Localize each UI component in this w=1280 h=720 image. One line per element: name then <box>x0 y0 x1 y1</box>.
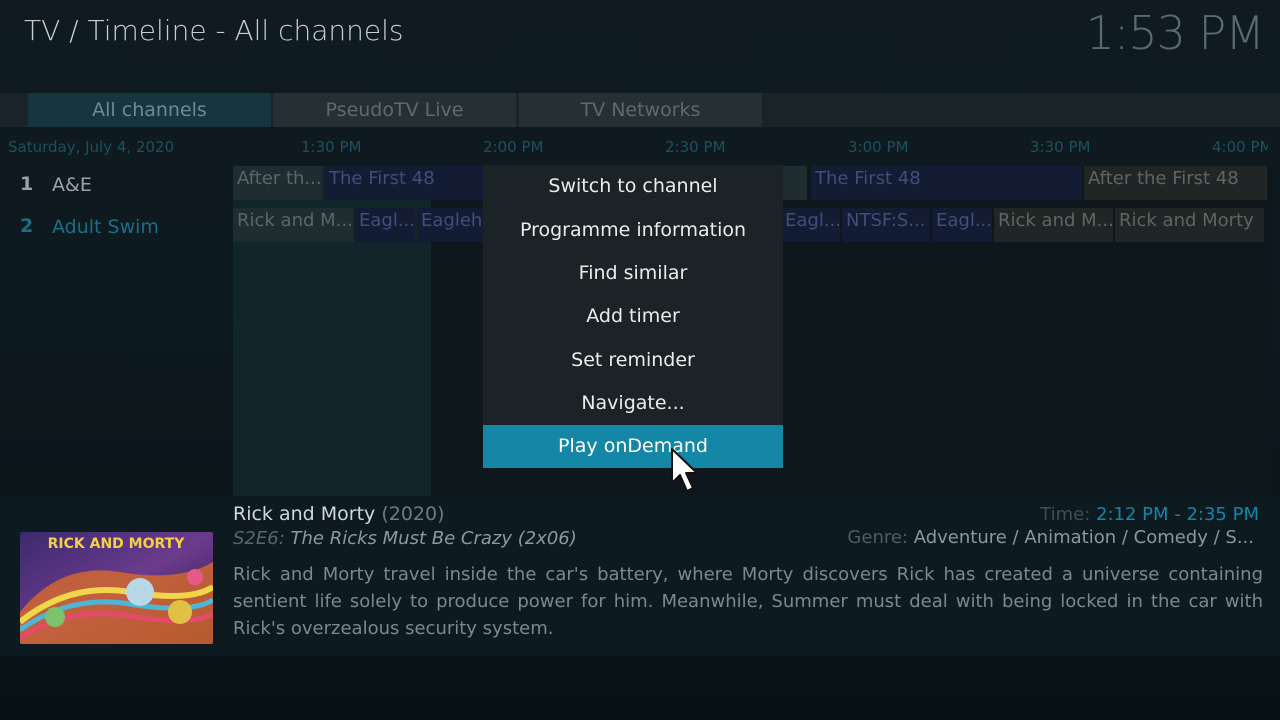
time-value: 2:12 PM - 2:35 PM <box>1096 504 1259 525</box>
time-label: 3:00 PM <box>848 138 909 156</box>
menu-item-programme-information[interactable]: Programme information <box>483 209 783 252</box>
programme-cell[interactable]: After th... <box>233 166 322 200</box>
programme-cell[interactable]: Rick and M... <box>994 208 1113 242</box>
menu-item-play-ondemand[interactable]: Play onDemand <box>483 425 783 468</box>
channel-name: Adult Swim <box>52 216 159 238</box>
programme-cell[interactable]: NTSF:S... <box>842 208 930 242</box>
time-label: Time: <box>1040 504 1091 525</box>
programme-poster: RICK AND MORTY <box>20 532 213 644</box>
episode-title: The Ricks Must Be Crazy (2x06) <box>290 528 577 549</box>
tab-tv-networks[interactable]: TV Networks <box>519 93 762 127</box>
menu-item-set-reminder[interactable]: Set reminder <box>483 339 783 382</box>
menu-item-find-similar[interactable]: Find similar <box>483 252 783 295</box>
tab-pseudotv-live[interactable]: PseudoTV Live <box>273 93 516 127</box>
programme-cell[interactable]: Rick and M... <box>233 208 353 242</box>
genre-label: Genre: <box>847 527 908 548</box>
menu-item-switch-to-channel[interactable]: Switch to channel <box>483 165 783 208</box>
channel-number: 1 <box>20 173 34 195</box>
genre-value: Adventure / Animation / Comedy / S... <box>913 527 1254 548</box>
programme-cell[interactable]: Eagleh <box>417 208 483 242</box>
episode-line: S2E6: The Ricks Must Be Crazy (2x06) <box>233 528 577 549</box>
time-label: 2:00 PM <box>483 138 544 156</box>
time-label: 2:30 PM <box>665 138 726 156</box>
clock: 1:53 PM <box>1085 6 1265 60</box>
time-label: 4:00 PM <box>1212 138 1268 156</box>
airing-time: Time: 2:12 PM - 2:35 PM <box>1040 504 1259 525</box>
epg-date: Saturday, July 4, 2020 <box>8 138 175 156</box>
programme-title-text: Rick and Morty <box>233 503 376 525</box>
programme-cell[interactable]: Eagl... <box>932 208 992 242</box>
page-title: TV / Timeline - All channels <box>24 14 404 47</box>
channel-number: 2 <box>20 215 34 237</box>
programme-description: Rick and Morty travel inside the car's b… <box>233 564 1263 639</box>
programme-cell[interactable]: The First 48 <box>811 166 1082 200</box>
channel-row-adult-swim[interactable]: 2 Adult Swim <box>20 215 230 255</box>
time-label: 3:30 PM <box>1030 138 1091 156</box>
episode-code: S2E6: <box>233 528 285 549</box>
menu-item-navigate[interactable]: Navigate... <box>483 382 783 425</box>
tab-all-channels[interactable]: All channels <box>28 93 271 127</box>
programme-cell[interactable]: After the First 48 <box>1084 166 1267 200</box>
tab-bar: All channels PseudoTV Live TV Networks <box>0 93 1280 127</box>
menu-item-add-timer[interactable]: Add timer <box>483 295 783 338</box>
mouse-cursor-icon <box>671 448 698 492</box>
genre: Genre: Adventure / Animation / Comedy / … <box>847 527 1254 548</box>
programme-title: Rick and Morty (2020) <box>233 503 445 525</box>
programme-cell[interactable]: Rick and Morty <box>1115 208 1264 242</box>
channel-name: A&E <box>52 174 92 196</box>
poster-logo-text: RICK AND MORTY <box>48 536 186 552</box>
programme-cell[interactable]: Eagl... <box>781 208 840 242</box>
context-menu: Switch to channel Programme information … <box>483 165 783 468</box>
programme-cell[interactable]: The First 48 <box>325 166 485 200</box>
programme-cell[interactable] <box>783 166 807 200</box>
programme-cell[interactable]: Eagl... <box>355 208 415 242</box>
time-label: 1:30 PM <box>301 138 362 156</box>
channel-row-ae[interactable]: 1 A&E <box>20 173 230 213</box>
programme-year: (2020) <box>381 503 445 525</box>
